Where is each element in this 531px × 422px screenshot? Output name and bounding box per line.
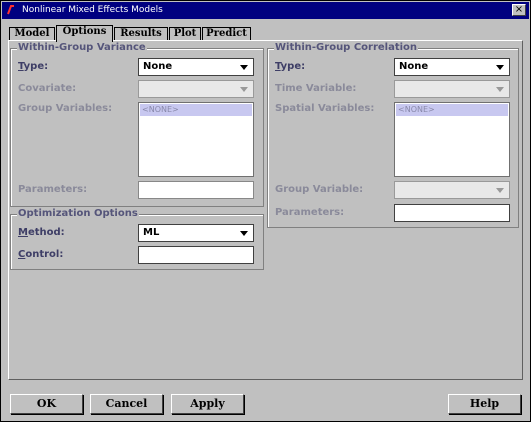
correlation-type-select[interactable]: None: [394, 58, 510, 76]
group-variables-label: Group Variables:: [18, 103, 113, 114]
variance-parameters-label: Parameters:: [18, 184, 88, 195]
tab-options[interactable]: Options: [56, 25, 113, 42]
ok-button[interactable]: OK: [10, 394, 83, 414]
method-select[interactable]: ML: [138, 224, 254, 242]
help-button[interactable]: Help: [448, 394, 521, 414]
group-variables-list[interactable]: <NONE>: [138, 102, 254, 177]
variance-parameters-input[interactable]: [138, 181, 254, 199]
variance-type-select[interactable]: None: [138, 58, 254, 76]
correlation-type-label-text: ype:: [280, 61, 306, 72]
control-input[interactable]: [138, 246, 254, 264]
title-bar[interactable]: Nonlinear Mixed Effects Models ×: [2, 2, 529, 19]
covariate-select[interactable]: [138, 80, 254, 98]
chevron-down-icon: [240, 231, 248, 236]
tab-model[interactable]: Model: [9, 27, 55, 41]
control-label-text: ontrol:: [25, 249, 64, 260]
spatial-variables-label: Spatial Variables:: [275, 103, 375, 114]
optimization-group-title: Optimization Options: [17, 208, 139, 220]
close-button[interactable]: ×: [512, 4, 526, 16]
time-variable-select[interactable]: [394, 80, 510, 98]
method-label-text: ethod:: [27, 227, 65, 238]
apply-button[interactable]: Apply: [171, 394, 244, 414]
tab-plot[interactable]: Plot: [169, 27, 201, 41]
splus-app-icon: [5, 4, 17, 16]
dialog-window: Nonlinear Mixed Effects Models × Model O…: [0, 0, 531, 422]
group-variables-item[interactable]: <NONE>: [140, 104, 252, 116]
chevron-down-icon: [240, 87, 248, 92]
cancel-button[interactable]: Cancel: [90, 394, 163, 414]
time-variable-label: Time Variable:: [275, 83, 357, 94]
method-label: Method:: [18, 227, 65, 238]
chevron-down-icon: [496, 87, 504, 92]
window-title: Nonlinear Mixed Effects Models: [22, 5, 163, 15]
correlation-parameters-input[interactable]: [394, 204, 510, 222]
chevron-down-icon: [496, 65, 504, 70]
covariate-label: Covariate:: [18, 83, 77, 94]
group-variable-label: Group Variable:: [275, 184, 364, 195]
chevron-down-icon: [496, 188, 504, 193]
tab-results[interactable]: Results: [114, 27, 168, 41]
chevron-down-icon: [240, 65, 248, 70]
spatial-variables-item[interactable]: <NONE>: [396, 104, 508, 116]
variance-group-title: Within-Group Variance: [17, 42, 147, 54]
correlation-parameters-label: Parameters:: [275, 207, 345, 218]
variance-type-label-text: ype:: [23, 61, 49, 72]
group-variable-select[interactable]: [394, 181, 510, 199]
spatial-variables-list[interactable]: <NONE>: [394, 102, 510, 177]
tab-predict[interactable]: Predict: [202, 27, 251, 41]
variance-type-label: Type:: [18, 61, 49, 72]
control-label: Control:: [18, 249, 64, 260]
correlation-type-value: None: [399, 61, 429, 72]
correlation-type-label: Type:: [275, 61, 306, 72]
correlation-group-title: Within-Group Correlation: [274, 42, 419, 54]
variance-type-value: None: [143, 61, 173, 72]
method-value: ML: [143, 227, 160, 238]
